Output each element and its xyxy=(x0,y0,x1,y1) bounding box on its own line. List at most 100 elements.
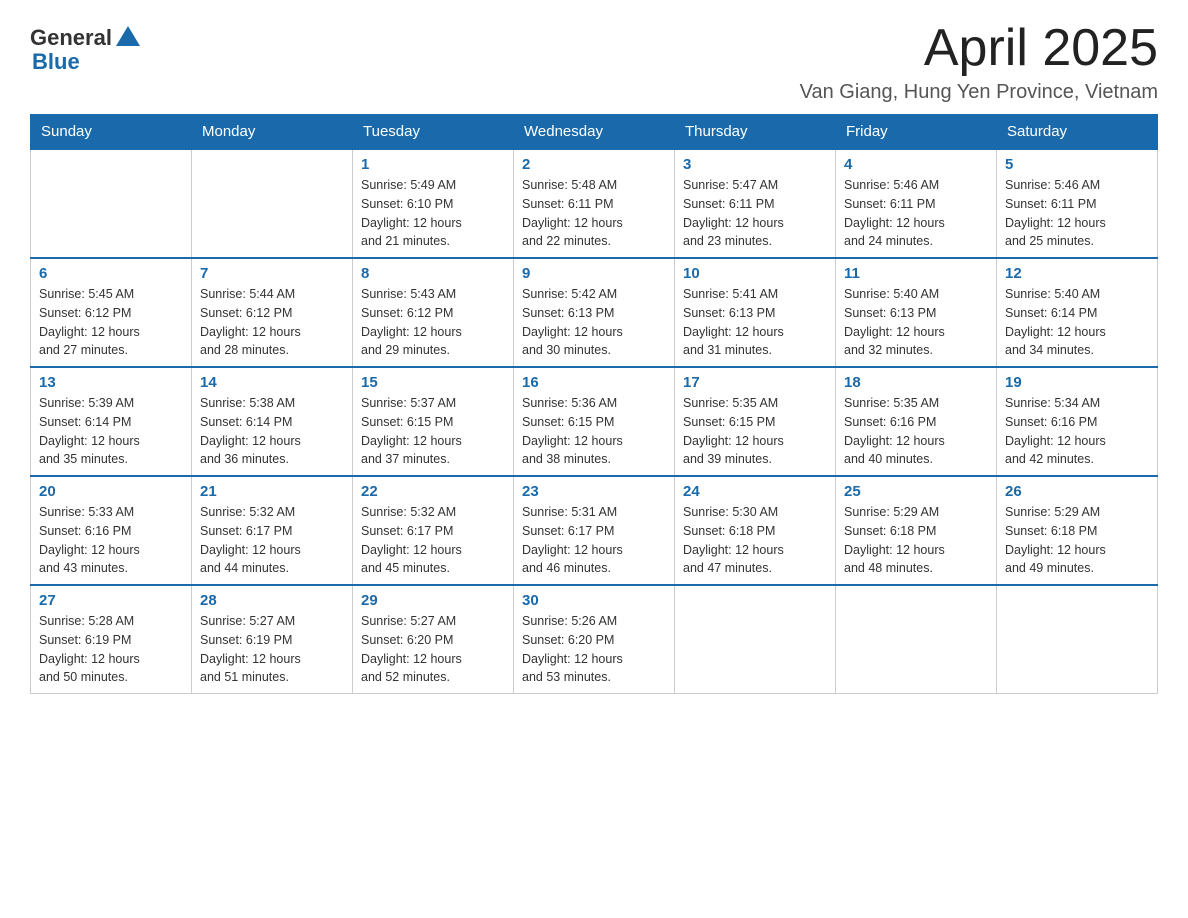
day-number: 19 xyxy=(1005,374,1149,391)
day-number: 28 xyxy=(200,592,344,609)
calendar-cell: 17 Sunrise: 5:35 AM Sunset: 6:15 PM Dayli… xyxy=(675,367,836,476)
header-cell-thursday: Thursday xyxy=(675,115,836,150)
calendar-cell: 15Sunrise: 5:37 AM Sunset: 6:15 PM Dayli… xyxy=(353,367,514,476)
day-info: Sunrise: 5:33 AM Sunset: 6:16 PM Dayligh… xyxy=(39,503,183,578)
calendar-cell: 7Sunrise: 5:44 AM Sunset: 6:12 PM Daylig… xyxy=(192,258,353,367)
calendar-cell: 28 Sunrise: 5:27 AM Sunset: 6:19 PM Dayli… xyxy=(192,585,353,694)
day-info: Sunrise: 5:29 AM Sunset: 6:18 PM Dayligh… xyxy=(1005,503,1149,578)
day-info: Sunrise: 5:35 AM Sunset: 6:16 PM Dayligh… xyxy=(844,394,988,469)
day-number: 13 xyxy=(39,374,183,391)
header-cell-wednesday: Wednesday xyxy=(514,115,675,150)
day-number: 11 xyxy=(844,265,988,282)
day-number: 26 xyxy=(1005,483,1149,500)
header-cell-tuesday: Tuesday xyxy=(353,115,514,150)
day-info: Sunrise: 5:46 AM Sunset: 6:11 PM Dayligh… xyxy=(844,176,988,251)
calendar-cell: 12 Sunrise: 5:40 AM Sunset: 6:14 PM Dayli… xyxy=(997,258,1158,367)
header: General Blue April 2025 Van Giang, Hung … xyxy=(30,20,1158,104)
calendar-cell: 25Sunrise: 5:29 AM Sunset: 6:18 PM Dayli… xyxy=(836,476,997,585)
day-info: Sunrise: 5:38 AM Sunset: 6:14 PM Dayligh… xyxy=(200,394,344,469)
calendar-cell xyxy=(675,585,836,694)
calendar-cell: 18 Sunrise: 5:35 AM Sunset: 6:16 PM Dayli… xyxy=(836,367,997,476)
calendar-cell xyxy=(31,149,192,258)
day-number: 24 xyxy=(683,483,827,500)
calendar-cell: 24 Sunrise: 5:30 AM Sunset: 6:18 PM Dayli… xyxy=(675,476,836,585)
day-info: Sunrise: 5:32 AM Sunset: 6:17 PM Dayligh… xyxy=(361,503,505,578)
day-info: Sunrise: 5:31 AM Sunset: 6:17 PM Dayligh… xyxy=(522,503,666,578)
day-number: 27 xyxy=(39,592,183,609)
day-number: 9 xyxy=(522,265,666,282)
calendar-cell: 27 Sunrise: 5:28 AM Sunset: 6:19 PM Dayli… xyxy=(31,585,192,694)
day-number: 29 xyxy=(361,592,505,609)
day-number: 16 xyxy=(522,374,666,391)
calendar-table: SundayMondayTuesdayWednesdayThursdayFrid… xyxy=(30,114,1158,694)
day-info: Sunrise: 5:32 AM Sunset: 6:17 PM Dayligh… xyxy=(200,503,344,578)
day-number: 18 xyxy=(844,374,988,391)
calendar-cell: 13 Sunrise: 5:39 AM Sunset: 6:14 PM Dayli… xyxy=(31,367,192,476)
day-info: Sunrise: 5:27 AM Sunset: 6:20 PM Dayligh… xyxy=(361,612,505,687)
day-number: 22 xyxy=(361,483,505,500)
calendar-cell: 11 Sunrise: 5:40 AM Sunset: 6:13 PM Dayli… xyxy=(836,258,997,367)
day-info: Sunrise: 5:42 AM Sunset: 6:13 PM Dayligh… xyxy=(522,285,666,360)
calendar-cell: 5 Sunrise: 5:46 AM Sunset: 6:11 PM Daylig… xyxy=(997,149,1158,258)
logo: General Blue xyxy=(30,20,140,75)
day-number: 21 xyxy=(200,483,344,500)
day-info: Sunrise: 5:30 AM Sunset: 6:18 PM Dayligh… xyxy=(683,503,827,578)
week-row-5: 27 Sunrise: 5:28 AM Sunset: 6:19 PM Dayli… xyxy=(31,585,1158,694)
header-cell-monday: Monday xyxy=(192,115,353,150)
calendar-cell: 26 Sunrise: 5:29 AM Sunset: 6:18 PM Dayli… xyxy=(997,476,1158,585)
week-row-3: 13 Sunrise: 5:39 AM Sunset: 6:14 PM Dayli… xyxy=(31,367,1158,476)
calendar-cell: 1 Sunrise: 5:49 AM Sunset: 6:10 PM Daylig… xyxy=(353,149,514,258)
day-number: 7 xyxy=(200,265,344,282)
location-title: Van Giang, Hung Yen Province, Vietnam xyxy=(800,81,1158,104)
week-row-2: 6Sunrise: 5:45 AM Sunset: 6:12 PM Daylig… xyxy=(31,258,1158,367)
day-number: 4 xyxy=(844,156,988,173)
day-info: Sunrise: 5:40 AM Sunset: 6:14 PM Dayligh… xyxy=(1005,285,1149,360)
day-info: Sunrise: 5:34 AM Sunset: 6:16 PM Dayligh… xyxy=(1005,394,1149,469)
day-number: 23 xyxy=(522,483,666,500)
calendar-cell: 30 Sunrise: 5:26 AM Sunset: 6:20 PM Dayli… xyxy=(514,585,675,694)
logo-general-text: General xyxy=(30,25,112,51)
day-number: 30 xyxy=(522,592,666,609)
day-number: 12 xyxy=(1005,265,1149,282)
day-info: Sunrise: 5:49 AM Sunset: 6:10 PM Dayligh… xyxy=(361,176,505,251)
calendar-cell: 29 Sunrise: 5:27 AM Sunset: 6:20 PM Dayli… xyxy=(353,585,514,694)
day-number: 17 xyxy=(683,374,827,391)
calendar-cell: 2 Sunrise: 5:48 AM Sunset: 6:11 PM Daylig… xyxy=(514,149,675,258)
day-info: Sunrise: 5:29 AM Sunset: 6:18 PM Dayligh… xyxy=(844,503,988,578)
calendar-cell: 20Sunrise: 5:33 AM Sunset: 6:16 PM Dayli… xyxy=(31,476,192,585)
day-number: 5 xyxy=(1005,156,1149,173)
week-row-4: 20Sunrise: 5:33 AM Sunset: 6:16 PM Dayli… xyxy=(31,476,1158,585)
week-row-1: 1 Sunrise: 5:49 AM Sunset: 6:10 PM Daylig… xyxy=(31,149,1158,258)
calendar-cell: 19 Sunrise: 5:34 AM Sunset: 6:16 PM Dayli… xyxy=(997,367,1158,476)
day-info: Sunrise: 5:26 AM Sunset: 6:20 PM Dayligh… xyxy=(522,612,666,687)
calendar-cell xyxy=(836,585,997,694)
header-cell-friday: Friday xyxy=(836,115,997,150)
day-info: Sunrise: 5:36 AM Sunset: 6:15 PM Dayligh… xyxy=(522,394,666,469)
day-number: 3 xyxy=(683,156,827,173)
day-info: Sunrise: 5:41 AM Sunset: 6:13 PM Dayligh… xyxy=(683,285,827,360)
calendar-cell: 21 Sunrise: 5:32 AM Sunset: 6:17 PM Dayli… xyxy=(192,476,353,585)
day-info: Sunrise: 5:39 AM Sunset: 6:14 PM Dayligh… xyxy=(39,394,183,469)
day-info: Sunrise: 5:27 AM Sunset: 6:19 PM Dayligh… xyxy=(200,612,344,687)
day-number: 6 xyxy=(39,265,183,282)
day-info: Sunrise: 5:48 AM Sunset: 6:11 PM Dayligh… xyxy=(522,176,666,251)
calendar-cell: 9 Sunrise: 5:42 AM Sunset: 6:13 PM Daylig… xyxy=(514,258,675,367)
day-number: 2 xyxy=(522,156,666,173)
calendar-cell: 6Sunrise: 5:45 AM Sunset: 6:12 PM Daylig… xyxy=(31,258,192,367)
calendar-cell xyxy=(997,585,1158,694)
header-cell-saturday: Saturday xyxy=(997,115,1158,150)
month-title: April 2025 xyxy=(800,20,1158,77)
day-info: Sunrise: 5:40 AM Sunset: 6:13 PM Dayligh… xyxy=(844,285,988,360)
day-number: 14 xyxy=(200,374,344,391)
day-info: Sunrise: 5:28 AM Sunset: 6:19 PM Dayligh… xyxy=(39,612,183,687)
calendar-cell: 22 Sunrise: 5:32 AM Sunset: 6:17 PM Dayli… xyxy=(353,476,514,585)
calendar-cell xyxy=(192,149,353,258)
day-number: 1 xyxy=(361,156,505,173)
calendar-cell: 3Sunrise: 5:47 AM Sunset: 6:11 PM Daylig… xyxy=(675,149,836,258)
calendar-cell: 10Sunrise: 5:41 AM Sunset: 6:13 PM Dayli… xyxy=(675,258,836,367)
calendar-cell: 16 Sunrise: 5:36 AM Sunset: 6:15 PM Dayli… xyxy=(514,367,675,476)
day-info: Sunrise: 5:46 AM Sunset: 6:11 PM Dayligh… xyxy=(1005,176,1149,251)
logo-blue-text: Blue xyxy=(30,49,80,75)
day-info: Sunrise: 5:35 AM Sunset: 6:15 PM Dayligh… xyxy=(683,394,827,469)
header-row: SundayMondayTuesdayWednesdayThursdayFrid… xyxy=(31,115,1158,150)
